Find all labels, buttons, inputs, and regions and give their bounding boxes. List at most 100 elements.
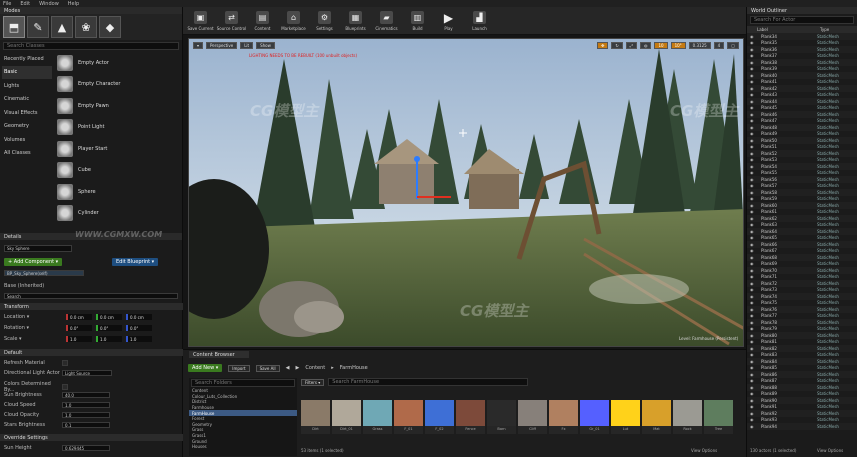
location-y-field[interactable]: 0.0 cm bbox=[96, 314, 122, 320]
asset-tile[interactable]: Dirt_01 bbox=[332, 400, 361, 434]
outliner-view-options-button[interactable]: View Options bbox=[817, 448, 843, 453]
rotate-tool-icon[interactable]: ↻ bbox=[611, 41, 623, 49]
location-x-field[interactable]: 0.0 cm bbox=[66, 314, 92, 320]
marketplace-button[interactable]: ⌂ Marketplace bbox=[278, 7, 309, 35]
rotation-y-field[interactable]: 0.0° bbox=[96, 325, 122, 331]
menu-window[interactable]: Window bbox=[39, 1, 59, 7]
add-new-button[interactable]: Add New ▾ bbox=[188, 364, 223, 372]
breadcrumb-farmhouse[interactable]: FarmHouse bbox=[340, 365, 368, 371]
asset-tile[interactable]: Tree bbox=[704, 400, 733, 434]
scale-tool-icon[interactable]: ⤢ bbox=[625, 41, 637, 49]
filters-button[interactable]: Filters ▾ bbox=[301, 378, 325, 386]
asset-tile[interactable]: Gr_01 bbox=[580, 400, 609, 434]
override-settings-section[interactable]: Override Settings bbox=[0, 434, 183, 441]
list-item[interactable]: Empty Pawn bbox=[55, 95, 175, 117]
asset-tile[interactable]: Dirt bbox=[301, 400, 330, 434]
geometry-mode-icon[interactable]: ◆ bbox=[99, 16, 121, 38]
settings-button[interactable]: ⚙ Settings bbox=[309, 7, 340, 35]
view-options-button[interactable]: View Options bbox=[691, 448, 717, 453]
camera-speed-button[interactable]: 4 bbox=[713, 41, 725, 49]
refresh-material-checkbox[interactable] bbox=[62, 360, 68, 366]
asset-tile[interactable]: Grass bbox=[363, 400, 392, 434]
details-search-input[interactable]: Search bbox=[4, 293, 178, 299]
location-label[interactable]: Location ▾ bbox=[4, 314, 66, 320]
add-component-button[interactable]: + Add Component ▾ bbox=[4, 258, 63, 266]
asset-tile[interactable]: Fence bbox=[456, 400, 485, 434]
sun-height-field[interactable]: 0.629445 bbox=[62, 445, 110, 451]
back-icon[interactable]: ◀ bbox=[286, 365, 290, 371]
asset-tile[interactable]: Rock bbox=[673, 400, 702, 434]
actor-name-field[interactable]: Sky Sphere bbox=[4, 245, 72, 252]
content-button[interactable]: ▤ Content bbox=[247, 7, 278, 35]
translate-tool-icon[interactable]: ✥ bbox=[597, 41, 609, 49]
play-button[interactable]: ▶ Play bbox=[433, 7, 464, 35]
place-mode-icon[interactable]: ⬒ bbox=[3, 16, 25, 38]
rotation-x-field[interactable]: 0.0° bbox=[66, 325, 92, 331]
category-basic[interactable]: Basic bbox=[2, 65, 52, 79]
cloud-speed-field[interactable]: 1.0 bbox=[62, 402, 110, 408]
location-z-field[interactable]: 0.0 cm bbox=[126, 314, 152, 320]
import-button[interactable]: Import bbox=[228, 364, 250, 372]
sun-brightness-field[interactable]: 40.0 bbox=[62, 392, 110, 398]
category-visual-effects[interactable]: Visual Effects bbox=[2, 106, 52, 120]
category-recently-placed[interactable]: Recently Placed bbox=[2, 52, 52, 66]
show-button[interactable]: Show bbox=[256, 41, 275, 49]
launch-button[interactable]: ▟ Launch bbox=[464, 7, 495, 35]
landscape-mode-icon[interactable]: ▲ bbox=[51, 16, 73, 38]
save-all-button[interactable]: Save All bbox=[255, 364, 280, 372]
world-local-icon[interactable]: ◍ bbox=[639, 41, 652, 49]
cloud-opacity-field[interactable]: 1.0 bbox=[62, 412, 110, 418]
modes-search-input[interactable]: Search Classes bbox=[3, 42, 179, 50]
col-label-header[interactable]: Label bbox=[757, 27, 820, 32]
list-item[interactable]: Player Start bbox=[55, 138, 175, 160]
asset-tile[interactable]: Cliff bbox=[518, 400, 547, 434]
col-type-header[interactable]: Type bbox=[820, 27, 829, 32]
outliner-search-input[interactable]: Search For Actor bbox=[750, 16, 854, 24]
world-outliner-tab[interactable]: World Outliner bbox=[747, 7, 857, 14]
component-item[interactable]: BP_Sky_Sphere(self) bbox=[4, 270, 84, 276]
category-volumes[interactable]: Volumes bbox=[2, 133, 52, 147]
light-actor-field[interactable]: Light Source bbox=[62, 370, 112, 376]
content-browser-tab[interactable]: Content Browser bbox=[189, 351, 249, 358]
table-row[interactable]: ◉ Plank94 StaticMesh bbox=[747, 423, 857, 430]
breadcrumb-content[interactable]: Content bbox=[305, 365, 325, 371]
grid-snap-button[interactable]: 10 bbox=[654, 41, 668, 49]
forward-icon[interactable]: ▶ bbox=[295, 365, 299, 371]
menu-edit[interactable]: Edit bbox=[20, 1, 30, 7]
asset-tile[interactable]: F_01 bbox=[394, 400, 423, 434]
search-folders-input[interactable]: Search Folders bbox=[191, 379, 295, 387]
transform-section[interactable]: Transform bbox=[0, 303, 183, 310]
maximize-viewport-icon[interactable]: ▢ bbox=[727, 41, 739, 49]
build-button[interactable]: ▥ Build bbox=[402, 7, 433, 35]
stars-brightness-field[interactable]: 0.1 bbox=[62, 422, 110, 428]
list-item[interactable]: Cube bbox=[55, 160, 175, 182]
foliage-mode-icon[interactable]: ❀ bbox=[75, 16, 97, 38]
menu-help[interactable]: Help bbox=[68, 1, 79, 7]
cinematics-button[interactable]: ▰ Cinematics bbox=[371, 7, 402, 35]
blueprints-button[interactable]: ▦ Blueprints bbox=[340, 7, 371, 35]
folder-item[interactable]: Houses bbox=[189, 444, 297, 450]
asset-tile[interactable]: Mat bbox=[642, 400, 671, 434]
paint-mode-icon[interactable]: ✎ bbox=[27, 16, 49, 38]
scale-y-field[interactable]: 1.0 bbox=[96, 336, 122, 342]
category-cinematic[interactable]: Cinematic bbox=[2, 93, 52, 107]
source-control-button[interactable]: ⇄ Source Control bbox=[216, 7, 247, 35]
level-viewport[interactable]: LIGHTING NEEDS TO BE REBUILT (100 unbuil… bbox=[188, 38, 744, 347]
colors-determined-checkbox[interactable] bbox=[62, 384, 68, 390]
rotation-z-field[interactable]: 0.0° bbox=[126, 325, 152, 331]
list-item[interactable]: Point Light bbox=[55, 117, 175, 139]
modes-tab[interactable]: Modes bbox=[0, 7, 182, 14]
asset-tile[interactable]: Barn bbox=[487, 400, 516, 434]
lit-button[interactable]: Lit bbox=[240, 41, 254, 49]
category-geometry[interactable]: Geometry bbox=[2, 120, 52, 134]
category-all-classes[interactable]: All Classes bbox=[2, 147, 52, 161]
list-item[interactable]: Empty Character bbox=[55, 74, 175, 96]
scale-snap-button[interactable]: 0.3125 bbox=[688, 41, 711, 49]
details-tab[interactable]: Details bbox=[0, 233, 182, 240]
category-lights[interactable]: Lights bbox=[2, 79, 52, 93]
asset-tile[interactable]: Lut bbox=[611, 400, 640, 434]
edit-blueprint-button[interactable]: Edit Blueprint ▾ bbox=[112, 258, 159, 266]
list-item[interactable]: Empty Actor bbox=[55, 52, 175, 74]
angle-snap-button[interactable]: 10° bbox=[670, 41, 686, 49]
menu-file[interactable]: File bbox=[3, 1, 11, 7]
